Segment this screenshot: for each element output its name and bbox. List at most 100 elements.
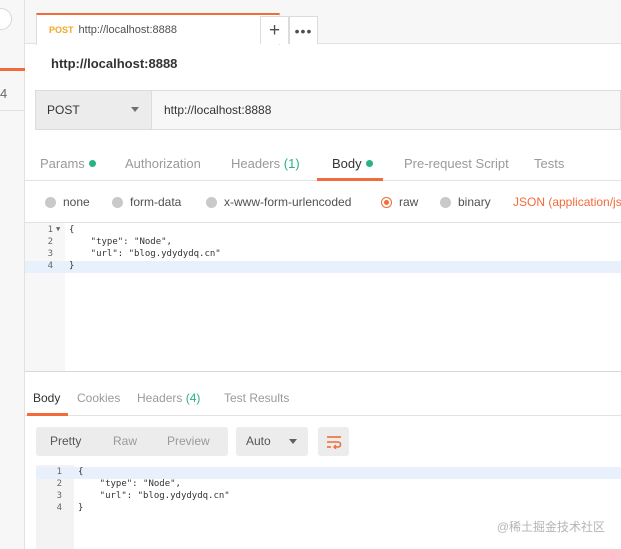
- request-tab-method: POST: [49, 25, 74, 35]
- response-tab-cookies-label: Cookies: [77, 391, 121, 405]
- radio-binary[interactable]: binary: [440, 195, 491, 209]
- radio-urlencoded[interactable]: x-www-form-urlencoded: [206, 195, 351, 209]
- radio-raw-label: raw: [399, 195, 419, 209]
- response-tab-body-label: Body: [33, 391, 61, 405]
- response-tab-test-results[interactable]: Test Results: [224, 391, 289, 405]
- response-code-line-active: 1 {: [36, 467, 621, 479]
- tab-tests[interactable]: Tests: [534, 156, 564, 171]
- active-tab-underline: [317, 178, 383, 181]
- params-indicator-icon: [88, 160, 96, 167]
- response-tabs: Body Cookies Headers (4) Test Results: [25, 382, 621, 416]
- radio-raw-selected-icon: [381, 196, 392, 208]
- radio-urlencoded-label: x-www-form-urlencoded: [224, 195, 352, 209]
- preview-button[interactable]: Preview: [167, 434, 210, 448]
- radio-none[interactable]: none: [45, 195, 90, 209]
- radio-form-data-icon: [112, 196, 123, 208]
- line-number: 3: [47, 249, 53, 259]
- method-select-value: POST: [47, 103, 80, 117]
- raw-button[interactable]: Raw: [113, 434, 137, 448]
- response-code-line: 2 "type": "Node",: [36, 479, 621, 491]
- sidebar-digit: 4: [0, 86, 8, 101]
- format-select[interactable]: Auto: [236, 427, 308, 456]
- code-text: "type": "Node",: [69, 237, 172, 247]
- code-text: }: [78, 503, 84, 513]
- request-tab[interactable]: POST http://localhost:8888: [36, 13, 280, 45]
- response-tab-headers[interactable]: Headers (4): [137, 391, 200, 405]
- code-text: "type": "Node",: [78, 479, 181, 489]
- response-active-tab-underline: [27, 413, 68, 416]
- tab-headers[interactable]: Headers (1): [231, 156, 300, 171]
- radio-form-data[interactable]: form-data: [112, 195, 181, 209]
- line-number: 1: [44, 467, 62, 477]
- radio-none-label: none: [63, 195, 90, 209]
- code-text: "url": "blog.ydydydq.cn": [78, 491, 230, 501]
- view-mode-group: Pretty Raw Preview: [36, 427, 228, 456]
- tab-body-label: Body: [332, 156, 362, 171]
- response-body-viewer[interactable]: 1 { 2 "type": "Node", 3 "url": "blog.ydy…: [36, 465, 621, 549]
- tab-params[interactable]: Params: [40, 156, 96, 171]
- code-text: }: [69, 261, 75, 271]
- chevron-down-icon: [131, 107, 139, 112]
- sidebar-circle-button[interactable]: [0, 8, 12, 30]
- new-tab-button[interactable]: +: [260, 16, 289, 44]
- tab-bar: POST http://localhost:8888 + •••: [25, 0, 621, 45]
- tab-pre-request-script[interactable]: Pre-request Script: [404, 156, 509, 171]
- request-tabs: Params Authorization Headers (1) Body Pr…: [25, 145, 621, 181]
- url-bar: POST: [35, 90, 621, 130]
- radio-none-icon: [45, 196, 56, 208]
- request-tab-url: http://localhost:8888: [78, 24, 177, 36]
- code-text: {: [69, 225, 75, 235]
- line-number: 2: [47, 237, 53, 247]
- sidebar-divider: [0, 110, 25, 111]
- tab-params-label: Params: [40, 156, 85, 171]
- url-input[interactable]: [153, 91, 621, 129]
- sidebar-active-indicator: [0, 68, 25, 71]
- pretty-button[interactable]: Pretty: [50, 434, 81, 448]
- tab-authorization-label: Authorization: [125, 156, 201, 171]
- radio-form-data-label: form-data: [130, 195, 182, 209]
- code-line-active: 4 }: [25, 261, 621, 273]
- code-text: {: [78, 467, 84, 477]
- tab-headers-label: Headers: [231, 156, 281, 171]
- line-number: 1: [47, 225, 53, 235]
- tab-tests-label: Tests: [534, 156, 565, 171]
- tab-pre-request-label: Pre-request Script: [404, 156, 509, 171]
- line-number: 2: [56, 479, 62, 489]
- chevron-down-icon: [289, 439, 297, 444]
- content-type-select[interactable]: JSON (application/js: [513, 195, 621, 209]
- wrap-lines-icon: [326, 435, 341, 449]
- tab-headers-count: (1): [283, 156, 300, 171]
- response-tab-test-results-label: Test Results: [224, 391, 290, 405]
- wrap-lines-button[interactable]: [318, 427, 349, 456]
- response-tab-headers-label: Headers: [137, 391, 183, 405]
- radio-urlencoded-icon: [206, 196, 217, 208]
- more-icon: •••: [294, 22, 313, 39]
- request-body-editor[interactable]: 1 ▼ { 2 "type": "Node", 3 "url": "blog.y…: [25, 222, 621, 372]
- code-line: 3 "url": "blog.ydydydq.cn": [25, 249, 621, 261]
- body-type-options: none form-data x-www-form-urlencoded raw…: [25, 190, 621, 220]
- code-line: 2 "type": "Node",: [25, 237, 621, 249]
- code-text: "url": "blog.ydydydq.cn": [69, 249, 221, 259]
- format-select-value: Auto: [246, 434, 271, 448]
- response-tab-cookies[interactable]: Cookies: [77, 391, 120, 405]
- fold-arrow-icon[interactable]: ▼: [56, 225, 60, 233]
- line-number: 4: [47, 261, 53, 271]
- radio-binary-label: binary: [458, 195, 491, 209]
- body-indicator-icon: [365, 160, 373, 167]
- code-line: 1 ▼ {: [25, 225, 621, 237]
- plus-icon: +: [268, 19, 281, 41]
- line-number: 3: [56, 491, 62, 501]
- method-select[interactable]: POST: [36, 91, 152, 129]
- tab-body[interactable]: Body: [332, 156, 373, 171]
- radio-binary-icon: [440, 196, 451, 208]
- sidebar-edge: 4: [0, 0, 25, 549]
- radio-raw[interactable]: raw: [381, 195, 418, 209]
- content-type-label: JSON (application/js: [513, 195, 621, 209]
- tab-options-button[interactable]: •••: [289, 16, 318, 44]
- response-code-line: 4 }: [36, 503, 621, 515]
- tab-authorization[interactable]: Authorization: [125, 156, 201, 171]
- response-tab-body[interactable]: Body: [33, 391, 60, 405]
- response-headers-count: (4): [185, 391, 201, 405]
- watermark: @稀土掘金技术社区: [496, 520, 605, 534]
- request-title[interactable]: http://localhost:8888: [51, 56, 177, 71]
